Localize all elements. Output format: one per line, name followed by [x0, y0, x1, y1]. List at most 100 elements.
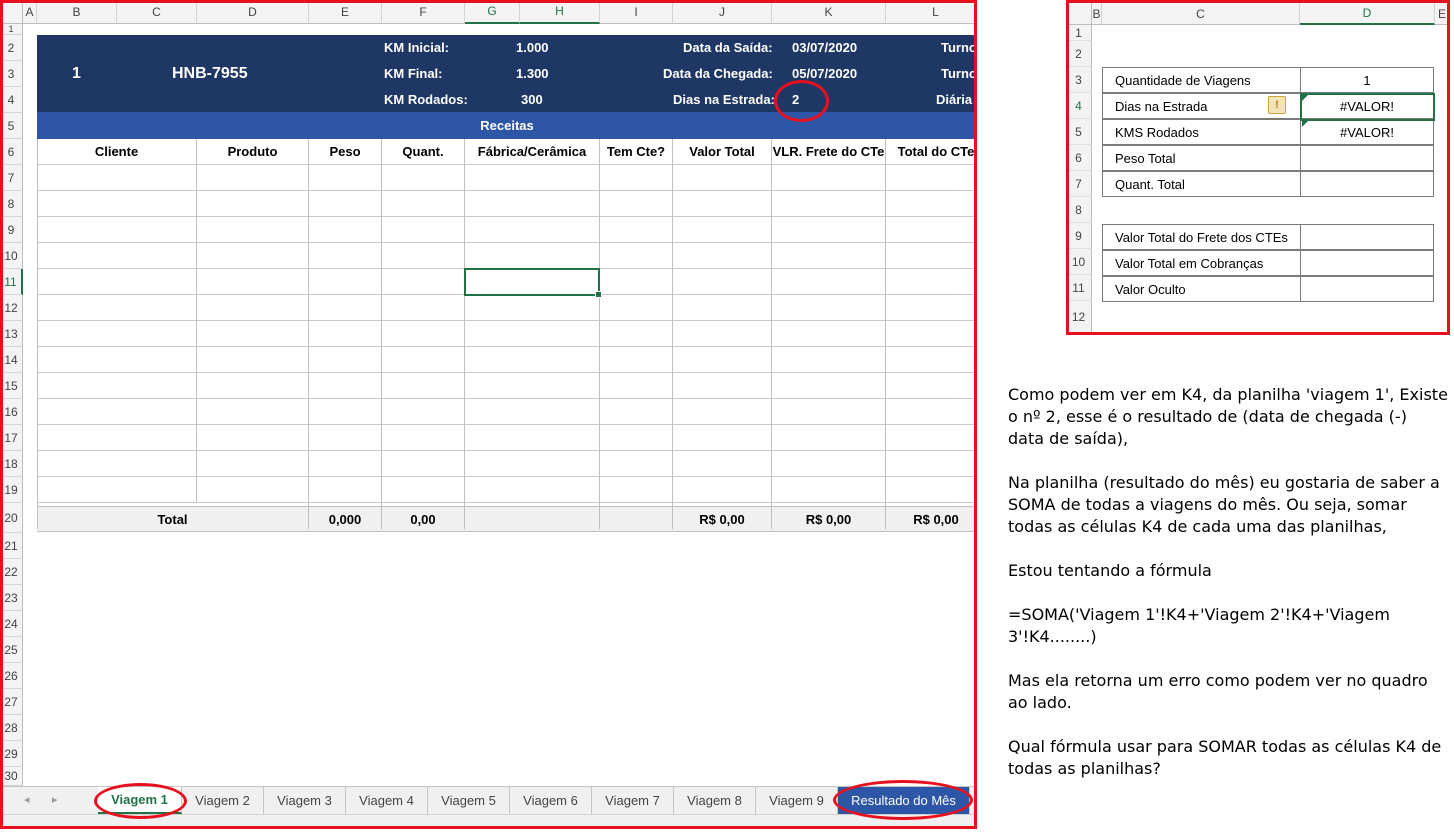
mini-row-header-5[interactable]: 5	[1066, 119, 1092, 145]
mini-row-header-10[interactable]: 10	[1066, 249, 1092, 275]
row-header-27[interactable]: 27	[0, 689, 23, 715]
row-header-14[interactable]: 14	[0, 347, 23, 373]
col-header-i[interactable]: I	[600, 0, 673, 24]
col-header-b[interactable]: B	[37, 0, 117, 24]
tab-scroll-right-icon[interactable]: ▸	[52, 793, 58, 806]
km-inicial-value[interactable]: 1.000	[516, 40, 549, 55]
col-header-c[interactable]: C	[117, 0, 197, 24]
mini-row-header-12[interactable]: 12	[1066, 301, 1092, 334]
row-header-28[interactable]: 28	[0, 715, 23, 741]
row-header-26[interactable]: 26	[0, 663, 23, 689]
mini-label-valor-frete-ctes[interactable]: Valor Total do Frete dos CTEs	[1102, 224, 1300, 250]
mini-value-peso-total[interactable]	[1300, 145, 1434, 171]
col-header-e[interactable]: E	[309, 0, 382, 24]
row-header-4[interactable]: 4	[0, 87, 23, 113]
mini-value-kms-rodados[interactable]: #VALOR!	[1300, 119, 1434, 145]
select-all-corner[interactable]	[0, 0, 23, 24]
question-paragraph-5: Mas ela retorna um erro como podem ver n…	[1008, 671, 1428, 712]
grid-line	[37, 398, 975, 399]
col-header-l[interactable]: L	[886, 0, 975, 24]
mini-value-valor-frete-ctes[interactable]	[1300, 224, 1434, 250]
mini-label-kms-rodados[interactable]: KMS Rodados	[1102, 119, 1300, 145]
mini-label-valor-oculto[interactable]: Valor Oculto	[1102, 276, 1300, 302]
row-header-19[interactable]: 19	[0, 477, 23, 503]
row-header-21[interactable]: 21	[0, 533, 23, 559]
row-header-6[interactable]: 6	[0, 139, 23, 165]
col-header-a[interactable]: A	[23, 0, 37, 24]
tab-viagem-3[interactable]: Viagem 3	[264, 787, 346, 814]
mini-row-header-9[interactable]: 9	[1066, 223, 1092, 249]
mini-row-header-6[interactable]: 6	[1066, 145, 1092, 171]
tab-viagem-4[interactable]: Viagem 4	[346, 787, 428, 814]
mini-value-valor-cobrancas[interactable]	[1300, 250, 1434, 276]
mini-value-quantidade-viagens[interactable]: 1	[1300, 67, 1434, 93]
grid-line	[37, 450, 975, 451]
row-header-20[interactable]: 20	[0, 503, 23, 533]
mini-row-header-2[interactable]: 2	[1066, 41, 1092, 67]
mini-select-all-corner[interactable]	[1066, 3, 1092, 25]
mini-selected-cell[interactable]	[1300, 93, 1435, 121]
row-header-9[interactable]: 9	[0, 217, 23, 243]
mini-row-header-3[interactable]: 3	[1066, 67, 1092, 93]
col-header-h[interactable]: H	[520, 0, 600, 24]
data-saida-value[interactable]: 03/07/2020	[792, 40, 857, 55]
mini-row-header-7[interactable]: 7	[1066, 171, 1092, 197]
col-header-k[interactable]: K	[772, 0, 886, 24]
row-header-7[interactable]: 7	[0, 165, 23, 191]
row-header-15[interactable]: 15	[0, 373, 23, 399]
mini-label-peso-total[interactable]: Peso Total	[1102, 145, 1300, 171]
mini-row-header-8[interactable]: 8	[1066, 197, 1092, 223]
row-header-3[interactable]: 3	[0, 61, 23, 87]
warning-icon[interactable]: !	[1268, 96, 1286, 114]
mini-col-header-b[interactable]: B	[1092, 3, 1102, 25]
dias-estrada-value[interactable]: 2	[792, 92, 799, 107]
tab-viagem-1[interactable]: Viagem 1	[98, 787, 182, 814]
selected-cell[interactable]	[464, 268, 602, 298]
mini-row-header-11[interactable]: 11	[1066, 275, 1092, 301]
row-header-23[interactable]: 23	[0, 585, 23, 611]
tab-scroll-left-icon[interactable]: ◂	[24, 793, 30, 806]
data-chegada-value[interactable]: 05/07/2020	[792, 66, 857, 81]
mini-value-valor-oculto[interactable]	[1300, 276, 1434, 302]
col-header-d[interactable]: D	[197, 0, 309, 24]
row-header-29[interactable]: 29	[0, 741, 23, 767]
row-header-10[interactable]: 10	[0, 243, 23, 269]
row-header-30[interactable]: 30	[0, 767, 23, 786]
tab-viagem-5[interactable]: Viagem 5	[428, 787, 510, 814]
row-header-24[interactable]: 24	[0, 611, 23, 637]
tab-viagem-9[interactable]: Viagem 9	[756, 787, 838, 814]
mini-row-header-1[interactable]: 1	[1066, 25, 1092, 41]
tab-resultado-do-mes[interactable]: Resultado do Mês	[838, 787, 970, 814]
tab-viagem-2[interactable]: Viagem 2	[182, 787, 264, 814]
tab-viagem-6[interactable]: Viagem 6	[510, 787, 592, 814]
mini-label-quant-total[interactable]: Quant. Total	[1102, 171, 1300, 197]
mini-col-header-e[interactable]: E	[1435, 3, 1450, 25]
km-rodados-value[interactable]: 300	[521, 92, 543, 107]
grid-line	[381, 139, 382, 529]
row-header-13[interactable]: 13	[0, 321, 23, 347]
tab-viagem-8[interactable]: Viagem 8	[674, 787, 756, 814]
row-header-22[interactable]: 22	[0, 559, 23, 585]
mini-col-header-d[interactable]: D	[1300, 3, 1435, 25]
row-header-1[interactable]: 1	[0, 24, 23, 35]
row-header-18[interactable]: 18	[0, 451, 23, 477]
mini-col-header-c[interactable]: C	[1102, 3, 1300, 25]
tab-viagem-7[interactable]: Viagem 7	[592, 787, 674, 814]
mini-row-header-4[interactable]: 4	[1066, 93, 1092, 119]
col-header-j[interactable]: J	[673, 0, 772, 24]
row-header-2[interactable]: 2	[0, 35, 23, 61]
row-header-17[interactable]: 17	[0, 425, 23, 451]
mini-value-quant-total[interactable]	[1300, 171, 1434, 197]
turno-label-2: Turno	[941, 66, 975, 81]
row-header-11[interactable]: 11	[0, 269, 23, 295]
mini-label-valor-cobrancas[interactable]: Valor Total em Cobranças	[1102, 250, 1300, 276]
row-header-5[interactable]: 5	[0, 113, 23, 139]
row-header-8[interactable]: 8	[0, 191, 23, 217]
mini-label-quantidade-viagens[interactable]: Quantidade de Viagens	[1102, 67, 1300, 93]
col-header-g[interactable]: G	[465, 0, 520, 24]
row-header-16[interactable]: 16	[0, 399, 23, 425]
col-header-f[interactable]: F	[382, 0, 465, 24]
row-header-25[interactable]: 25	[0, 637, 23, 663]
row-header-12[interactable]: 12	[0, 295, 23, 321]
km-final-value[interactable]: 1.300	[516, 66, 549, 81]
